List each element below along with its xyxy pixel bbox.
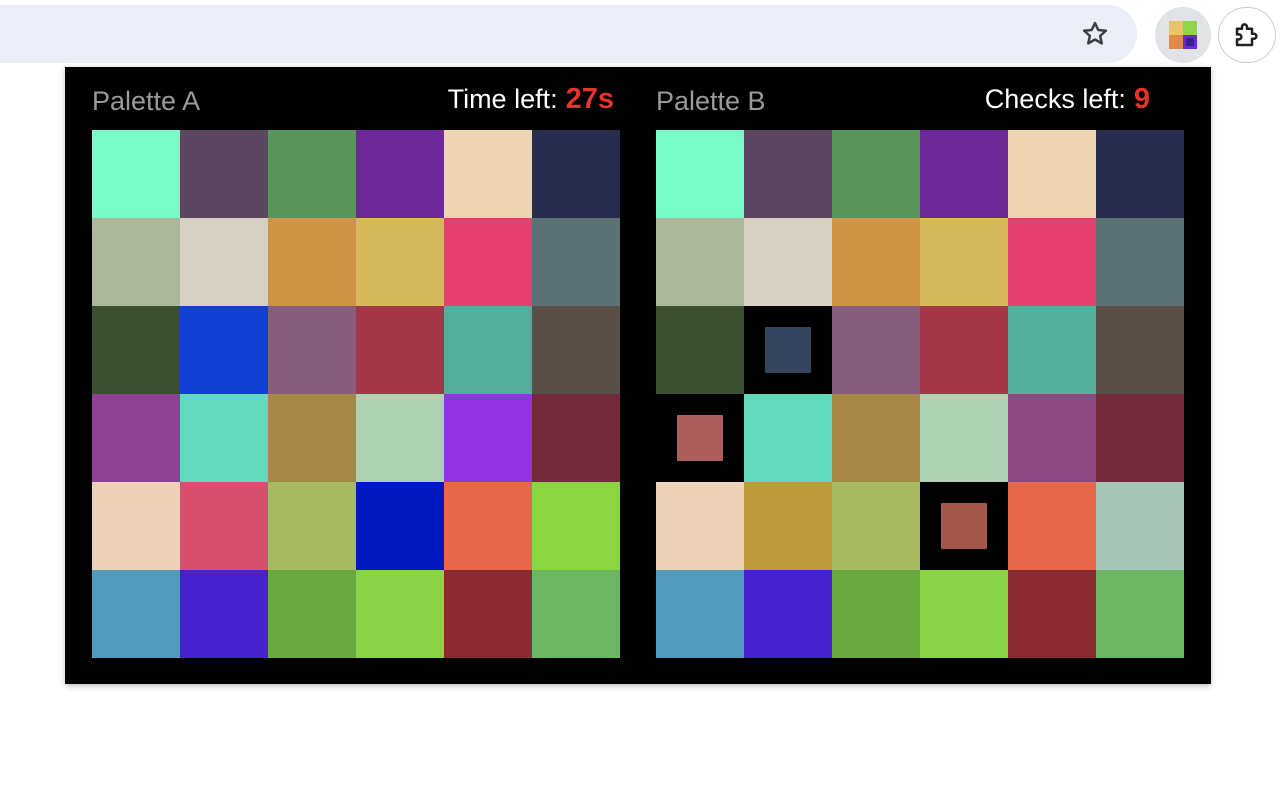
palette-a-cell[interactable] xyxy=(532,130,620,218)
palette-b-header: Palette B Checks left: 9 xyxy=(656,67,1184,130)
palette-b-cell[interactable] xyxy=(832,218,920,306)
palette-b-cell[interactable] xyxy=(920,218,1008,306)
palette-a-cell[interactable] xyxy=(92,482,180,570)
palette-a-cell[interactable] xyxy=(356,570,444,658)
palette-b-cell[interactable] xyxy=(656,218,744,306)
palette-a-cell[interactable] xyxy=(268,482,356,570)
address-bar[interactable] xyxy=(0,5,1137,63)
palette-a-header: Palette A Time left: 27s xyxy=(92,67,620,130)
palette-b-cell[interactable] xyxy=(744,218,832,306)
star-outline-icon xyxy=(1082,21,1108,45)
palette-b-cell[interactable] xyxy=(1008,570,1096,658)
checked-color-swatch xyxy=(677,415,723,461)
palette-a-cell[interactable] xyxy=(532,394,620,482)
palette-a-cell[interactable] xyxy=(356,306,444,394)
palette-b-cell[interactable] xyxy=(744,394,832,482)
palette-b-cell[interactable] xyxy=(832,570,920,658)
palette-b-cell[interactable] xyxy=(920,306,1008,394)
palette-a-cell[interactable] xyxy=(180,394,268,482)
palette-a-cell[interactable] xyxy=(532,482,620,570)
palette-b-cell[interactable] xyxy=(1008,394,1096,482)
palette-a-cell[interactable] xyxy=(444,394,532,482)
checked-color-swatch xyxy=(765,327,811,373)
palette-extension-icon xyxy=(1169,21,1197,49)
bookmark-star-button[interactable] xyxy=(1075,14,1115,54)
palette-b-cell[interactable] xyxy=(1096,218,1184,306)
palette-a-cell[interactable] xyxy=(444,218,532,306)
palette-b-cell[interactable] xyxy=(920,130,1008,218)
extension-button[interactable] xyxy=(1155,7,1211,63)
palette-a-title: Palette A xyxy=(92,86,201,116)
palette-b-cell[interactable] xyxy=(1008,306,1096,394)
palette-a-cell[interactable] xyxy=(180,130,268,218)
checked-color-swatch xyxy=(941,503,987,549)
palette-a-cell[interactable] xyxy=(356,394,444,482)
checks-left-value: 9 xyxy=(1133,83,1150,115)
palette-b-cell[interactable] xyxy=(920,570,1008,658)
palette-a-cell[interactable] xyxy=(532,306,620,394)
palette-a-cell[interactable] xyxy=(356,482,444,570)
time-left-value: 27s xyxy=(565,83,614,115)
palette-a-cell[interactable] xyxy=(444,482,532,570)
palette-a-cell[interactable] xyxy=(532,218,620,306)
palette-a-cell[interactable] xyxy=(356,218,444,306)
checks-left-stat: Checks left: 9 xyxy=(985,83,1150,116)
palette-a-grid xyxy=(92,130,620,658)
palette-a-cell[interactable] xyxy=(92,130,180,218)
palette-a-cell[interactable] xyxy=(92,306,180,394)
palette-b-cell[interactable] xyxy=(1008,218,1096,306)
palette-a-cell[interactable] xyxy=(180,570,268,658)
palette-a-cell[interactable] xyxy=(268,570,356,658)
palette-a-cell[interactable] xyxy=(268,218,356,306)
palette-b-checked-cell[interactable] xyxy=(744,306,832,394)
palette-a-cell[interactable] xyxy=(180,306,268,394)
palette-b-cell[interactable] xyxy=(1096,306,1184,394)
palette-a-cell[interactable] xyxy=(180,482,268,570)
palette-b-cell[interactable] xyxy=(832,130,920,218)
palette-b-panel: Palette B Checks left: 9 xyxy=(656,67,1184,658)
palette-a-cell[interactable] xyxy=(92,394,180,482)
palette-b-cell[interactable] xyxy=(656,306,744,394)
palette-a-cell[interactable] xyxy=(268,130,356,218)
palette-b-checked-cell[interactable] xyxy=(920,482,1008,570)
palette-b-cell[interactable] xyxy=(1096,394,1184,482)
palette-b-cell[interactable] xyxy=(744,570,832,658)
palette-b-cell[interactable] xyxy=(1008,482,1096,570)
palette-a-cell[interactable] xyxy=(444,130,532,218)
palette-a-cell[interactable] xyxy=(268,306,356,394)
palette-b-grid xyxy=(656,130,1184,658)
time-left-stat: Time left: 27s xyxy=(448,83,614,116)
palette-a-cell[interactable] xyxy=(92,218,180,306)
palette-b-cell[interactable] xyxy=(1096,482,1184,570)
palette-b-cell[interactable] xyxy=(744,130,832,218)
checks-left-label: Checks left: xyxy=(984,84,1126,114)
palette-a-cell[interactable] xyxy=(268,394,356,482)
palette-a-cell[interactable] xyxy=(444,570,532,658)
puzzle-piece-icon xyxy=(1235,23,1258,47)
palette-b-cell[interactable] xyxy=(1096,130,1184,218)
palette-b-cell[interactable] xyxy=(744,482,832,570)
palette-b-cell[interactable] xyxy=(832,482,920,570)
palette-b-title: Palette B xyxy=(656,86,766,116)
palette-a-cell[interactable] xyxy=(532,570,620,658)
palette-a-cell[interactable] xyxy=(180,218,268,306)
palette-b-cell[interactable] xyxy=(656,570,744,658)
extensions-menu-button[interactable] xyxy=(1218,7,1276,63)
palette-a-cell[interactable] xyxy=(92,570,180,658)
palette-b-cell[interactable] xyxy=(1096,570,1184,658)
palette-b-cell[interactable] xyxy=(656,482,744,570)
palette-b-checked-cell[interactable] xyxy=(656,394,744,482)
time-left-label: Time left: xyxy=(447,84,558,114)
palette-b-cell[interactable] xyxy=(832,394,920,482)
game-popup: Palette A Time left: 27s Palette B Checks… xyxy=(65,67,1211,684)
palette-b-cell[interactable] xyxy=(1008,130,1096,218)
palette-b-cell[interactable] xyxy=(920,394,1008,482)
palette-a-cell[interactable] xyxy=(444,306,532,394)
palette-b-cell[interactable] xyxy=(656,130,744,218)
browser-toolbar xyxy=(0,0,1280,66)
palette-a-panel: Palette A Time left: 27s xyxy=(92,67,620,658)
palette-a-cell[interactable] xyxy=(356,130,444,218)
palette-b-cell[interactable] xyxy=(832,306,920,394)
